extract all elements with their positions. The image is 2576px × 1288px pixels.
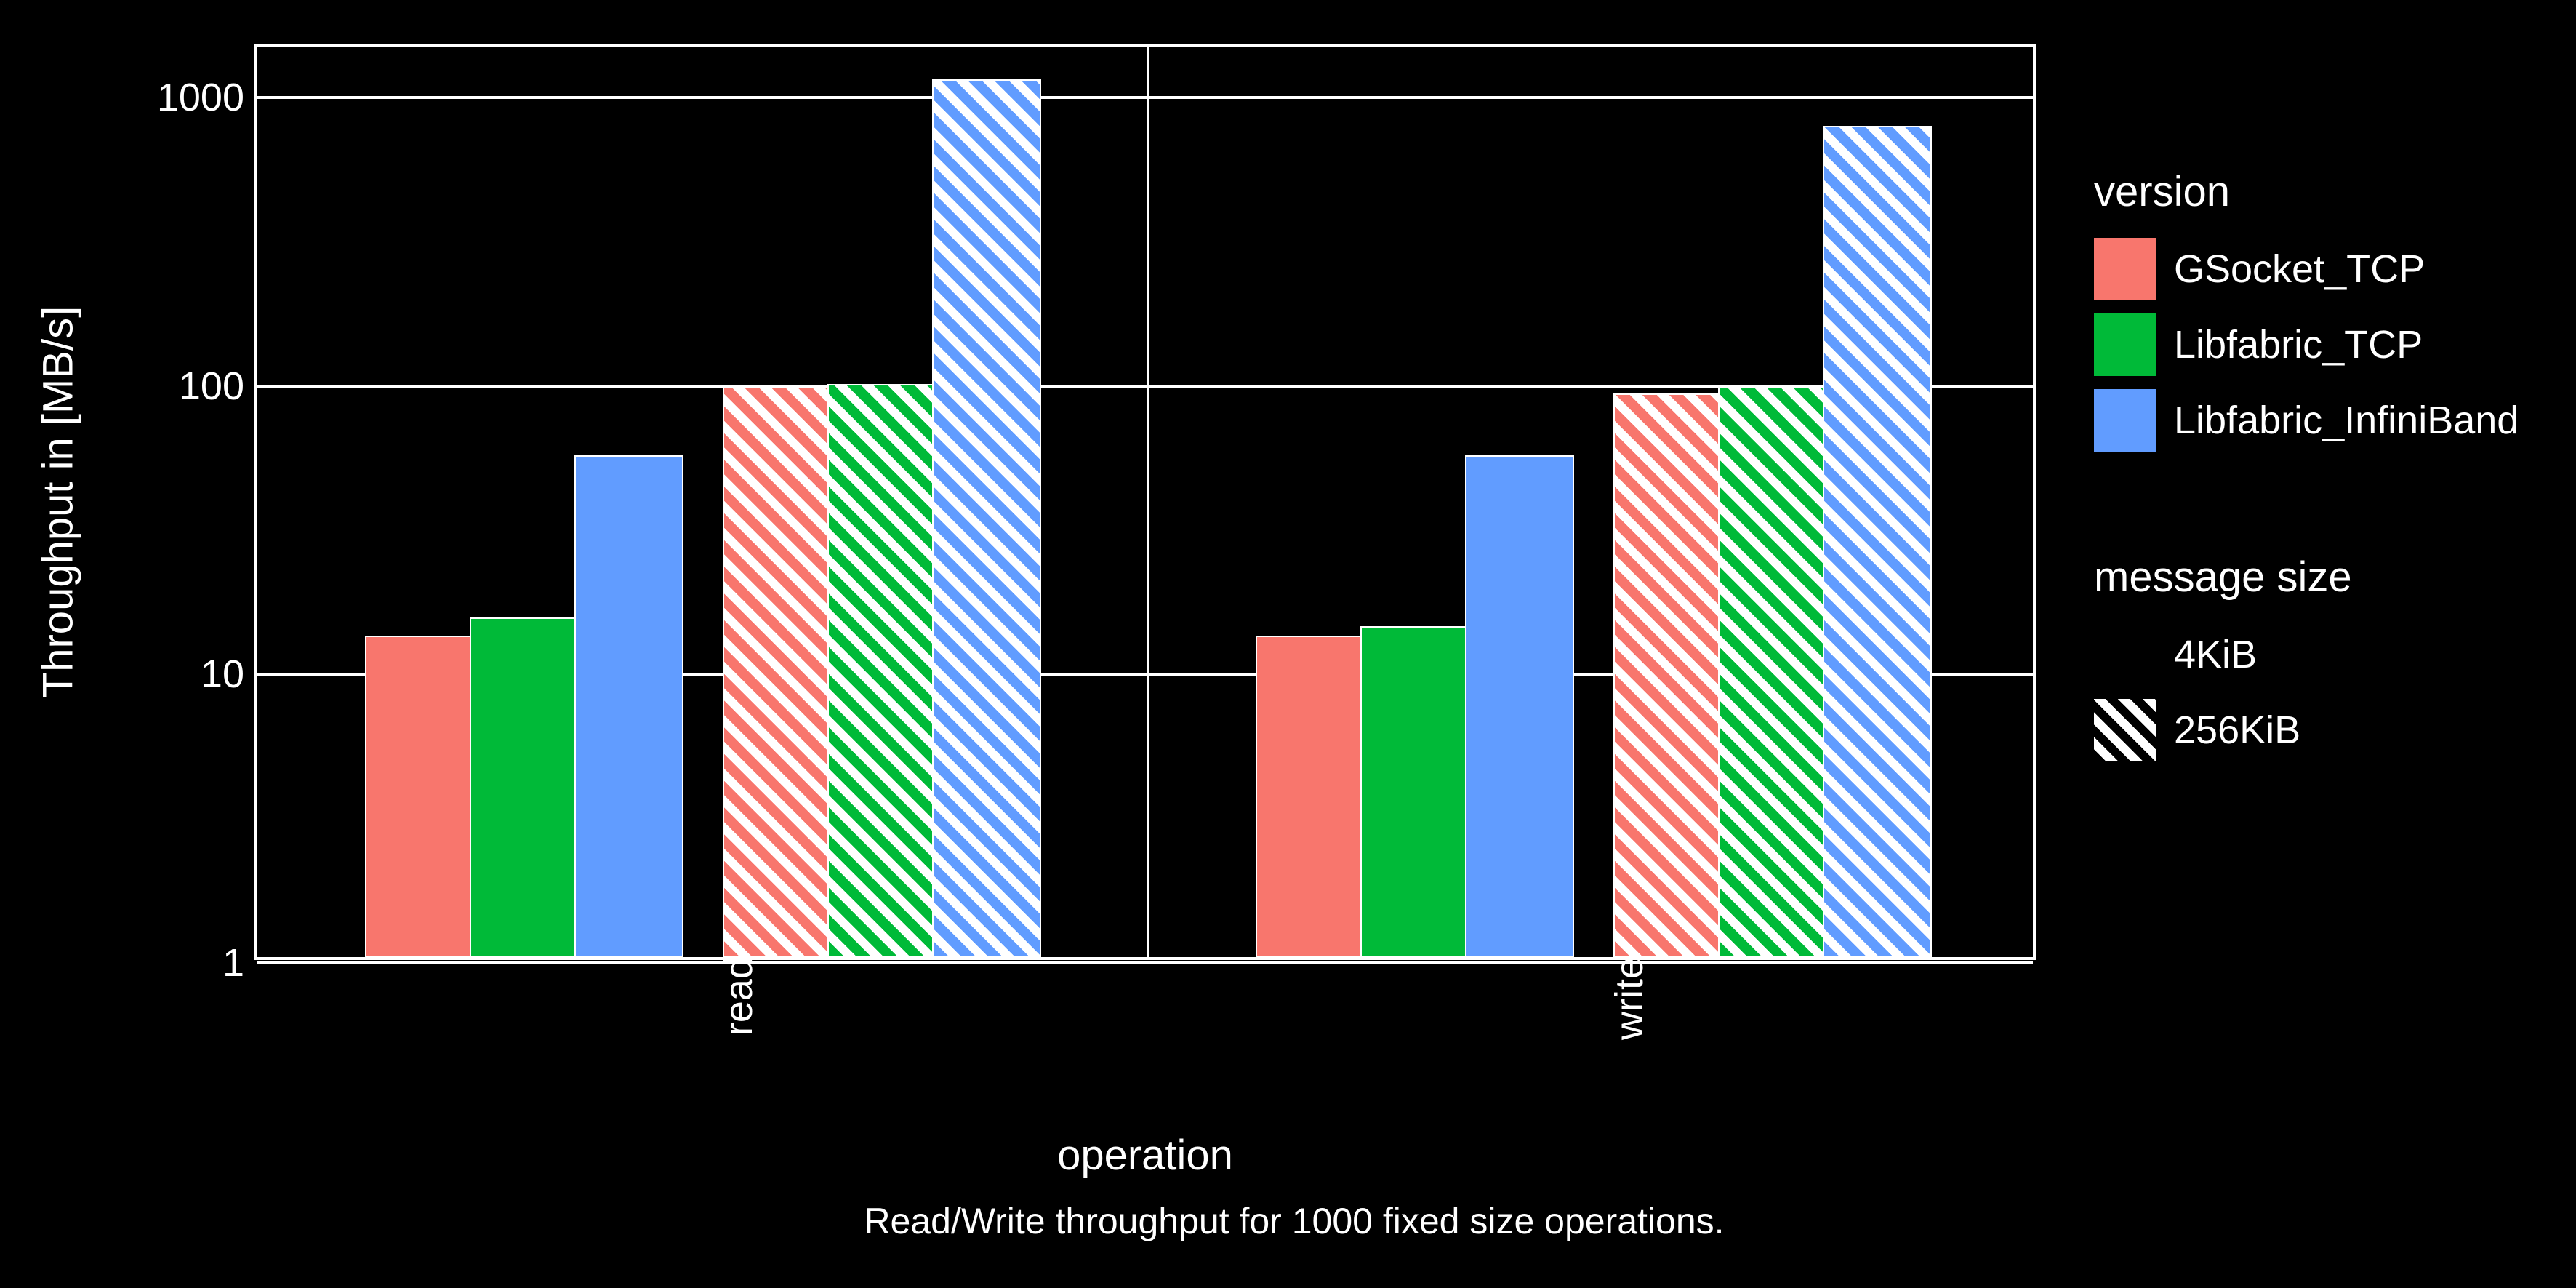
legend-label: 4KiB: [2174, 632, 2257, 677]
x-tick-label: read: [703, 957, 761, 1036]
bar: [574, 455, 683, 957]
legend-swatch: [2094, 313, 2156, 376]
bar: [932, 79, 1041, 957]
chart-subtitle: Read/Write throughput for 1000 fixed siz…: [864, 1200, 1724, 1242]
legend-item: 4KiB: [2094, 623, 2352, 686]
plot-area: 1101001000readwrite: [254, 44, 2036, 960]
y-tick-label: 100: [179, 364, 257, 409]
legend-label: GSocket_TCP: [2174, 247, 2425, 292]
legend-label: 256KiB: [2174, 708, 2300, 753]
legend-item: Libfabric_InfiniBand: [2094, 389, 2519, 452]
legend-label: Libfabric_InfiniBand: [2174, 398, 2519, 443]
x-axis-title: operation: [1057, 1131, 1233, 1180]
legend-label: Libfabric_TCP: [2174, 322, 2423, 367]
legend-size: message size 4KiB 256KiB: [2094, 553, 2352, 775]
bar: [1823, 126, 1932, 957]
y-tick-label: 1000: [157, 75, 257, 120]
y-axis-title: Throughput in [MB/s]: [34, 306, 83, 697]
bar: [1718, 386, 1827, 957]
bar: [1256, 636, 1365, 957]
bar: [1360, 626, 1469, 957]
legend-version: version GSocket_TCP Libfabric_TCP Libfabri…: [2094, 167, 2519, 465]
chart-root: Throughput in [MB/s] 1101001000readwrite…: [0, 0, 2576, 1288]
bar: [1613, 393, 1722, 957]
bar: [470, 617, 579, 957]
bar: [827, 384, 936, 957]
legend-item: Libfabric_TCP: [2094, 313, 2519, 376]
legend-version-title: version: [2094, 167, 2519, 216]
legend-swatch: [2094, 238, 2156, 300]
x-tick-label: write: [1594, 957, 1652, 1040]
legend-item: 256KiB: [2094, 699, 2352, 761]
legend-size-title: message size: [2094, 553, 2352, 601]
legend-swatch: [2094, 699, 2156, 761]
y-tick-label: 1: [222, 940, 257, 985]
legend-item: GSocket_TCP: [2094, 238, 2519, 300]
bar: [1465, 455, 1574, 957]
gridline: [257, 96, 2033, 99]
legend-swatch: [2094, 623, 2156, 686]
bar: [365, 636, 474, 957]
y-tick-label: 10: [201, 652, 257, 697]
gridline: [257, 961, 2033, 964]
legend-swatch: [2094, 389, 2156, 452]
facet-divider: [1147, 47, 1149, 957]
bar: [723, 386, 832, 957]
